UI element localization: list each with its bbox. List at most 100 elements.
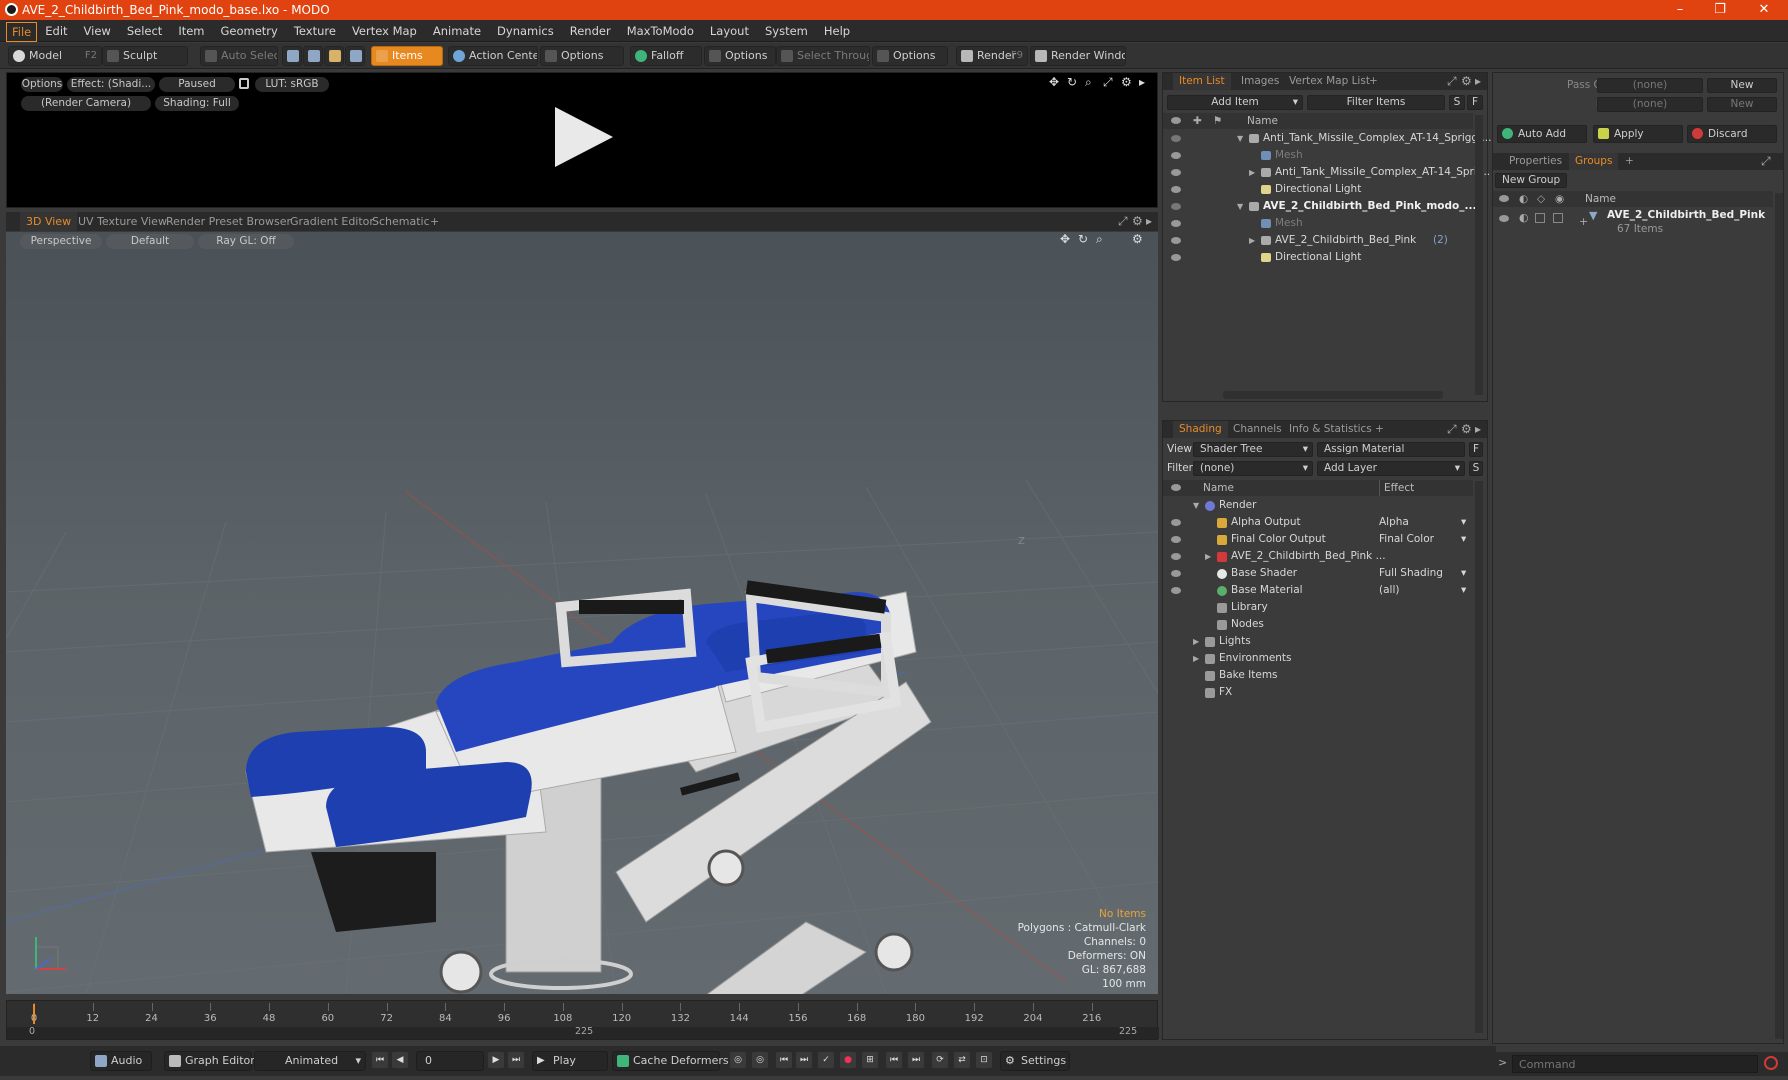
shader-tree-row[interactable]: Final Color Output Final Color ▾ <box>1163 531 1473 548</box>
expand-arrow-icon[interactable]: ▶ <box>1193 650 1199 667</box>
audio-button[interactable]: Audio <box>90 1051 152 1071</box>
preview-play-icon[interactable] <box>555 107 613 167</box>
lock-toggle-icon[interactable] <box>1535 213 1545 223</box>
key-icon[interactable]: ◎ <box>730 1052 746 1068</box>
item-list-row[interactable]: ▶ AVE_2_Childbirth_Bed_Pink (2) <box>1163 232 1473 249</box>
menu-select[interactable]: Select <box>119 20 170 42</box>
falloff-options-button[interactable]: Options <box>704 46 776 66</box>
filter-f-button[interactable]: F <box>1467 95 1483 110</box>
visibility-eye-icon[interactable] <box>1171 254 1181 261</box>
shader-tree-row[interactable]: ▶ AVE_2_Childbirth_Bed_Pink ... <box>1163 548 1473 565</box>
timeline[interactable]: 0122436486072849610812013214415616818019… <box>6 1000 1159 1040</box>
visibility-eye-icon[interactable] <box>1171 186 1181 193</box>
shader-tree-row[interactable]: ▶ Lights <box>1163 633 1473 650</box>
menu-edit[interactable]: Edit <box>37 20 75 42</box>
prev-key-icon[interactable]: ⏮ <box>776 1052 792 1068</box>
menu-dynamics[interactable]: Dynamics <box>489 20 562 42</box>
effect-dropdown[interactable]: Full Shading ▾ <box>1379 565 1471 582</box>
tab-item-list[interactable]: Item List <box>1173 73 1231 90</box>
bounce-icon[interactable]: ⇄ <box>954 1052 970 1068</box>
expand-arrow-icon[interactable]: ▶ <box>1249 232 1255 249</box>
tab-groups[interactable]: Groups <box>1569 153 1619 170</box>
visibility-eye-icon[interactable] <box>1171 135 1181 142</box>
expand-arrow-icon[interactable]: ▸ <box>1146 214 1152 228</box>
falloff-button[interactable]: Falloff <box>630 46 702 66</box>
view-dropdown[interactable]: Shader Tree ▾ <box>1193 442 1313 457</box>
edges-mode-button[interactable] <box>303 46 323 66</box>
shader-tree-row[interactable]: ▶ Environments <box>1163 650 1473 667</box>
play-button[interactable]: ▶ Play <box>532 1051 608 1071</box>
expand-arrow-icon[interactable]: ▸ <box>1475 74 1481 88</box>
tab-properties[interactable]: Properties <box>1503 153 1568 170</box>
polygons-mode-button[interactable] <box>324 46 344 66</box>
key-all-icon[interactable]: ◎ <box>752 1052 768 1068</box>
shader-tree-row[interactable]: ▼ Render <box>1163 497 1473 514</box>
new-group-button[interactable]: New Group <box>1495 173 1567 188</box>
action-center-button[interactable]: Action Center <box>448 46 538 66</box>
childbirth-bed-model[interactable] <box>245 580 932 994</box>
animated-dropdown[interactable]: Animated ▾ <box>254 1051 366 1071</box>
current-frame-input[interactable]: 0 <box>416 1051 484 1071</box>
expand-arrow-icon[interactable]: ▶ <box>1205 548 1211 565</box>
collapse-arrow-icon[interactable]: ▼ <box>1237 198 1243 215</box>
item-list-row[interactable]: Directional Light <box>1163 249 1473 266</box>
auto-key-icon[interactable]: ✓ <box>818 1052 834 1068</box>
snap-icon[interactable]: ⊡ <box>976 1052 992 1068</box>
menu-texture[interactable]: Texture <box>286 20 344 42</box>
loop-icon[interactable]: ⟳ <box>932 1052 948 1068</box>
shader-tree-row[interactable]: Alpha Output Alpha ▾ <box>1163 514 1473 531</box>
maximize-view-icon[interactable]: ⤢ <box>1447 74 1457 89</box>
command-stop-icon[interactable] <box>1764 1056 1778 1070</box>
visibility-eye-icon[interactable] <box>1171 220 1181 227</box>
menu-file[interactable]: File <box>6 22 38 42</box>
maximize-view-icon[interactable]: ⤢ <box>1103 75 1113 90</box>
gear-icon[interactable]: ⚙ <box>1461 422 1472 436</box>
step-back-icon[interactable]: ◀ <box>392 1052 408 1068</box>
maximize-button[interactable]: ❐ <box>1700 0 1740 20</box>
items-mode-button[interactable]: Items <box>371 46 443 66</box>
render-window-button[interactable]: Render Window <box>1030 46 1126 66</box>
tab-info-statistics[interactable]: Info & Statistics <box>1283 421 1378 438</box>
expand-plus-icon[interactable]: + <box>1579 215 1588 228</box>
menu-system[interactable]: System <box>757 20 816 42</box>
menu-help[interactable]: Help <box>816 20 858 42</box>
expand-arrow-icon[interactable]: ▶ <box>1193 633 1199 650</box>
collapse-arrow-icon[interactable]: ▼ <box>1237 130 1243 147</box>
item-list-row[interactable]: ▶ Anti_Tank_Missile_Complex_AT-14_Spri ..… <box>1163 164 1490 181</box>
tab-3d-view[interactable]: 3D View <box>20 212 78 231</box>
pass-groups-dropdown[interactable]: (none) <box>1597 78 1703 93</box>
menu-geometry[interactable]: Geometry <box>213 20 286 42</box>
visibility-eye-icon[interactable] <box>1171 519 1181 526</box>
pan-icon[interactable]: ✥ <box>1049 75 1059 89</box>
timeline-ruler[interactable]: 0122436486072849610812013214415616818019… <box>7 1001 1159 1027</box>
passes-dropdown[interactable]: (none) <box>1597 97 1703 112</box>
menu-item[interactable]: Item <box>170 20 212 42</box>
add-tab-button[interactable]: + <box>1369 421 1390 438</box>
shader-tree-row[interactable]: Base Shader Full Shading ▾ <box>1163 565 1473 582</box>
menu-layout[interactable]: Layout <box>702 20 757 42</box>
add-tab-button[interactable]: + <box>1363 73 1384 90</box>
command-input[interactable] <box>1512 1055 1758 1073</box>
visibility-eye-icon[interactable] <box>1171 570 1181 577</box>
visibility-eye-icon[interactable] <box>1171 536 1181 543</box>
tab-vertex-map-list[interactable]: Vertex Map List <box>1283 73 1376 90</box>
record-icon[interactable]: ● <box>840 1052 856 1068</box>
render-toggle-icon[interactable]: ◐ <box>1519 211 1529 224</box>
discard-button[interactable]: Discard <box>1687 125 1777 143</box>
shader-tree-row[interactable]: Library <box>1163 599 1473 616</box>
preview-effect-dropdown[interactable]: Effect: (Shadi... <box>67 77 155 92</box>
cache-deformers-button[interactable]: Cache Deformers <box>612 1051 729 1071</box>
visibility-eye-icon[interactable] <box>1171 203 1181 210</box>
vertices-mode-button[interactable] <box>282 46 302 66</box>
item-list-row[interactable]: ▼ AVE_2_Childbirth_Bed_Pink_modo_... <box>1163 198 1476 215</box>
visibility-eye-icon[interactable] <box>1171 237 1181 244</box>
select-toggle-icon[interactable] <box>1553 213 1563 223</box>
shader-tree-row[interactable]: Nodes <box>1163 616 1473 633</box>
go-to-start-icon[interactable]: ⏮ <box>372 1052 388 1068</box>
maximize-view-icon[interactable]: ⤢ <box>1761 154 1771 169</box>
zoom-icon[interactable]: ⌕ <box>1085 75 1092 90</box>
item-list-row[interactable]: ▼ Anti_Tank_Missile_Complex_AT-14_Sprigg … <box>1163 130 1491 147</box>
select-through-options-button[interactable]: Options <box>872 46 948 66</box>
shader-tree-row[interactable]: FX <box>1163 684 1473 701</box>
sculpt-mode-button[interactable]: Sculpt <box>102 46 188 66</box>
